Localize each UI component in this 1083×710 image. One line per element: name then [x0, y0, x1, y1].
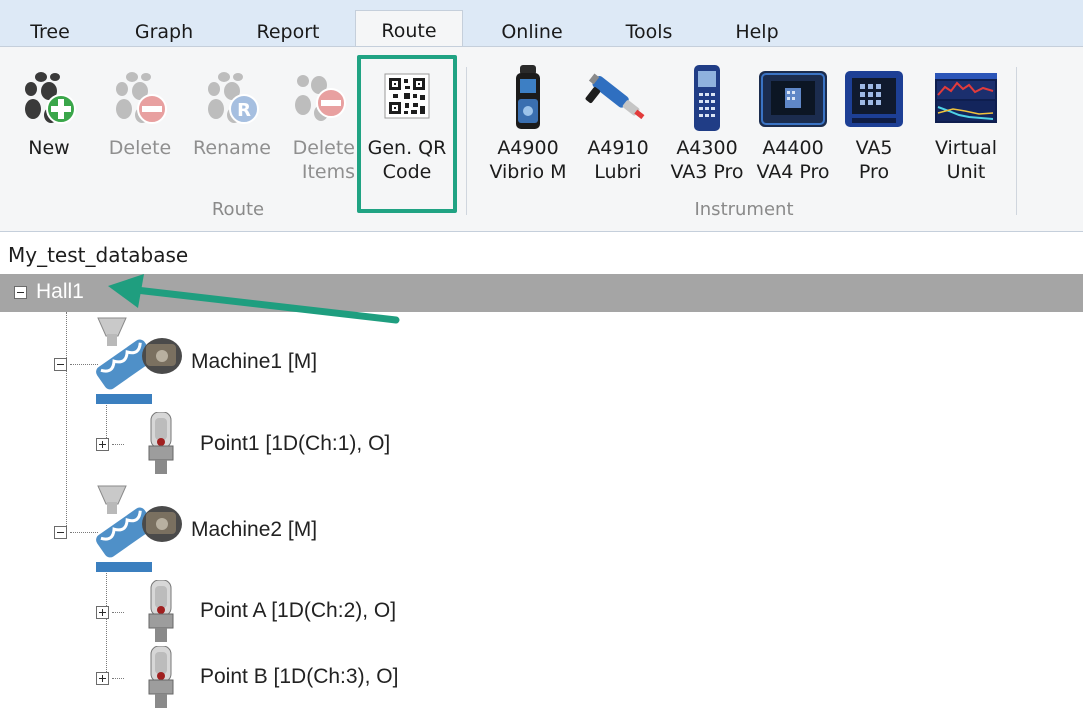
instrument-a4910-button[interactable]: A4910 Lubri [582, 47, 654, 197]
group-separator-end [1016, 67, 1017, 215]
delete-route-icon [116, 72, 167, 124]
new-route-icon [25, 72, 76, 124]
delete-route-button[interactable]: Delete [100, 47, 180, 197]
tree-node-machine1[interactable]: Machine1 [M] [191, 350, 317, 374]
sensor-icon [148, 412, 174, 474]
instrument-a4910-label: A4910 Lubri [587, 137, 649, 183]
machine-icon [96, 485, 182, 572]
new-route-label: New [28, 137, 70, 159]
group-separator [466, 67, 467, 215]
delete-route-label: Delete [108, 137, 172, 159]
tree-node-hall1[interactable]: Hall1 [36, 280, 84, 304]
tab-report[interactable]: Report [240, 14, 336, 46]
vibrio-m-device-icon [516, 65, 540, 129]
tab-route[interactable]: Route [355, 10, 463, 47]
ribbon-tab-bar: Tree Graph Report Route Online Tools Hel… [0, 0, 1083, 47]
ribbon-panel: New Delete R Rename Delete Items Gen. QR… [0, 46, 1083, 232]
instrument-a4300-button[interactable]: A4300 VA3 Pro [664, 47, 750, 197]
instrument-a4300-label: A4300 VA3 Pro [670, 137, 744, 183]
tree-connector [112, 612, 124, 613]
tab-online[interactable]: Online [484, 14, 580, 46]
rename-route-icon: R [208, 72, 259, 124]
tree-node-point-b[interactable]: Point B [1D(Ch:3), O] [200, 665, 398, 689]
sensor-icon [148, 580, 174, 642]
tree-node-point1[interactable]: Point1 [1D(Ch:1), O] [200, 432, 390, 456]
instrument-virtual-unit-label: Virtual Unit [934, 137, 998, 183]
tab-tree[interactable]: Tree [18, 14, 82, 46]
tree-connector [112, 444, 124, 445]
va5-pro-device-icon [845, 71, 903, 127]
svg-text:R: R [237, 100, 251, 121]
rename-route-label: Rename [193, 137, 271, 159]
instrument-a4900-button[interactable]: A4900 Vibrio M [480, 47, 576, 197]
virtual-unit-icon [935, 73, 997, 123]
annotation-arrow [108, 274, 400, 324]
lubri-device-icon [585, 73, 645, 120]
instrument-va5-pro-label: VA5 Pro [855, 137, 893, 183]
rename-route-button[interactable]: R Rename [188, 47, 276, 197]
tree-connector [112, 678, 124, 679]
collapse-hall1-toggle[interactable] [14, 286, 27, 299]
expand-point1-toggle[interactable] [96, 438, 109, 451]
delete-items-button[interactable]: Delete Items [283, 47, 355, 197]
delete-items-icon [295, 75, 346, 121]
instrument-a4400-label: A4400 VA4 Pro [756, 137, 830, 183]
tab-graph[interactable]: Graph [118, 14, 210, 46]
tree-connector [66, 368, 67, 536]
tab-help[interactable]: Help [722, 14, 792, 46]
delete-items-label: Delete Items [292, 137, 355, 183]
va4-pro-device-icon [759, 71, 827, 127]
qr-button-highlight-box [357, 55, 457, 213]
sensor-icon [148, 646, 174, 708]
tree-connector [106, 570, 107, 678]
va3-pro-device-icon [694, 65, 720, 131]
instrument-a4900-label: A4900 Vibrio M [489, 137, 567, 183]
database-name: My_test_database [8, 243, 189, 267]
instrument-va5-pro-button[interactable]: VA5 Pro [842, 47, 906, 197]
expand-point-a-toggle[interactable] [96, 606, 109, 619]
tree-node-point-a[interactable]: Point A [1D(Ch:2), O] [200, 599, 396, 623]
tree-node-machine2[interactable]: Machine2 [M] [191, 518, 317, 542]
new-route-button[interactable]: New [22, 47, 76, 197]
expand-point-b-toggle[interactable] [96, 672, 109, 685]
instrument-virtual-unit-button[interactable]: Virtual Unit [924, 47, 1008, 197]
collapse-machine2-toggle[interactable] [54, 526, 67, 539]
instrument-group-label: Instrument [694, 199, 794, 220]
tab-tools[interactable]: Tools [607, 14, 691, 46]
instrument-a4400-button[interactable]: A4400 VA4 Pro [750, 47, 836, 197]
collapse-machine1-toggle[interactable] [54, 358, 67, 371]
